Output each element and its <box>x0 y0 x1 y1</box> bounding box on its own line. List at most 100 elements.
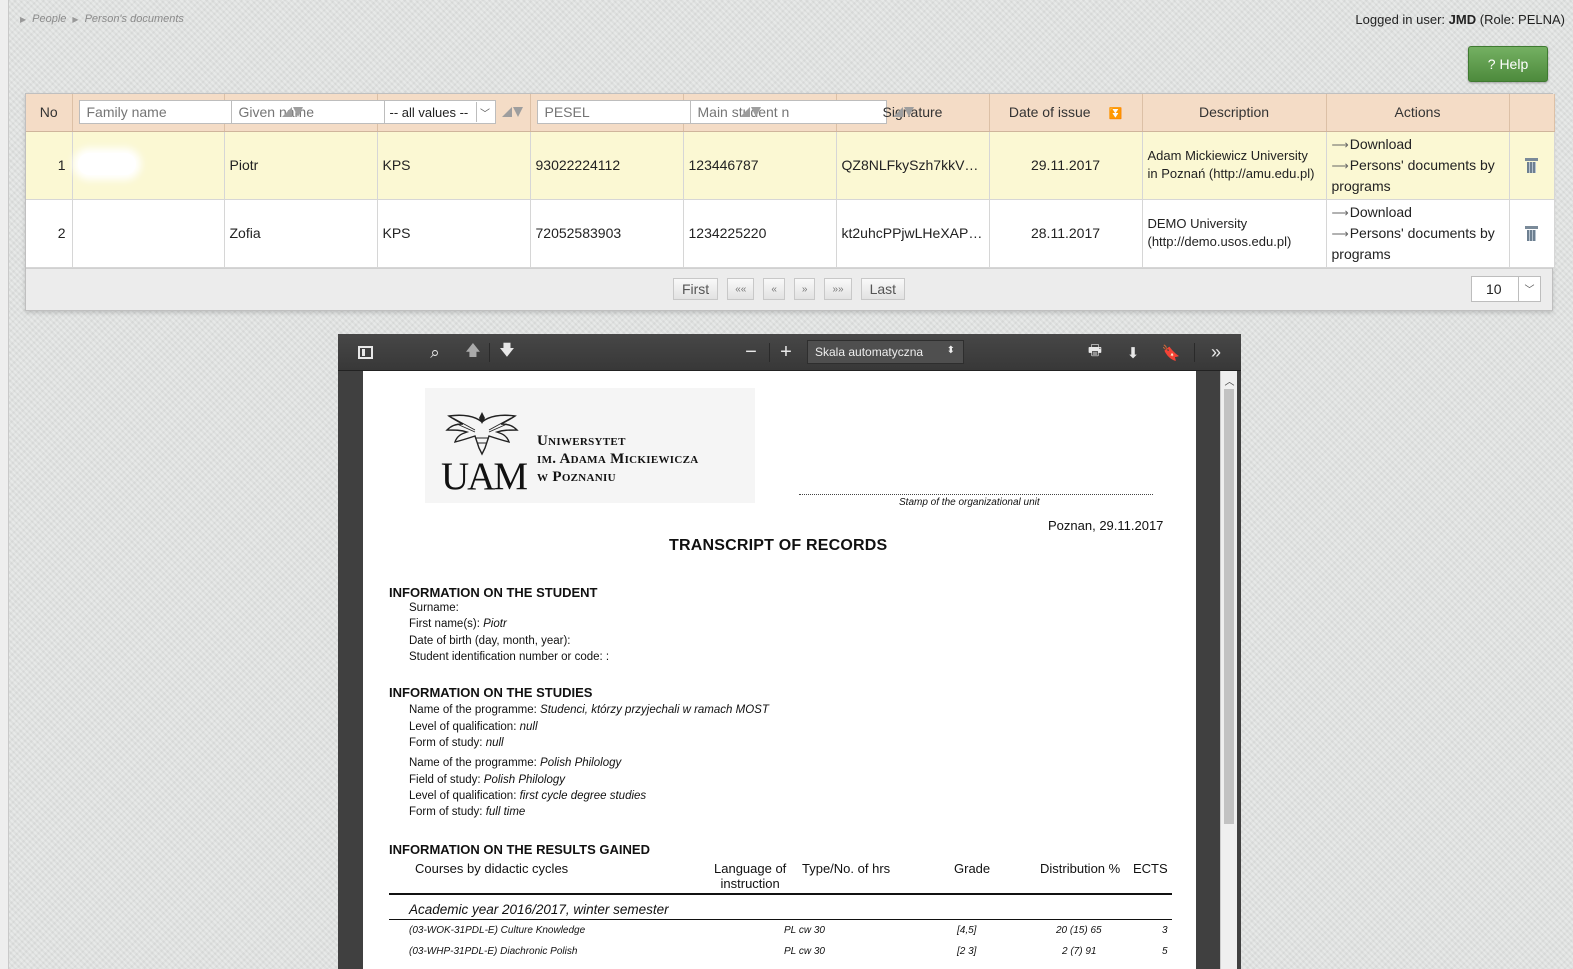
prev-fast-button[interactable]: «« <box>727 278 755 300</box>
form-line: Form of study: full time <box>409 806 525 818</box>
university-logo: UAM Uniwersytet im. Adama Mickiewicza w … <box>425 388 755 503</box>
programs-label: Persons' documents by programs <box>1331 225 1495 262</box>
cell-pesel: 72052583903 <box>530 199 684 268</box>
bookmark-icon[interactable]: 🔖 <box>1160 334 1182 371</box>
previous-page-icon[interactable]: 🡅 <box>462 334 484 371</box>
col-grade: Grade <box>954 861 991 876</box>
academic-year-row: Academic year 2016/2017, winter semester <box>409 902 669 917</box>
form-line: Form of study: null <box>409 737 504 749</box>
level-line: Level of qualification: first cycle degr… <box>409 790 646 802</box>
cell-given-name: Zofia <box>224 199 378 268</box>
zoom-out-icon[interactable]: − <box>741 334 761 371</box>
first-names-value: Piotr <box>483 618 507 630</box>
programme-line: Name of the programme: Polish Philology <box>409 757 621 769</box>
level-label: Level of qualification: <box>409 790 517 802</box>
next-fast-button[interactable]: »» <box>824 278 852 300</box>
page-size-select[interactable]: 10 ﹀ <box>1471 275 1541 302</box>
first-page-button[interactable]: First <box>672 278 719 300</box>
sort-desc-icon[interactable]: ⏬ <box>1108 108 1122 120</box>
header-description: Description <box>1142 94 1327 132</box>
programs-link[interactable]: ⟶ Persons' documents by programs <box>1332 223 1504 264</box>
cell-programme: KPS <box>377 199 531 268</box>
sidebar-toggle-icon[interactable] <box>355 334 375 371</box>
left-rail <box>0 0 9 969</box>
university-name-line: im. Adama Mickiewicza <box>537 451 699 467</box>
form-value: null <box>485 737 504 749</box>
programs-label: Persons' documents by programs <box>1331 157 1495 194</box>
cell-actions: ⟶ Download ⟶ Persons' documents by program… <box>1326 199 1510 268</box>
last-page-button[interactable]: Last <box>860 278 906 300</box>
pdf-viewer: ⌕ 🡅 🡇 1 z 2 − + Skala automatyczna ⬍ 🖶 ⬇… <box>338 334 1241 969</box>
zoom-in-icon[interactable]: + <box>776 334 796 371</box>
university-name: Uniwersytet im. Adama Mickiewicza w Pozn… <box>537 432 699 486</box>
logged-in-role: (Role: PELNA) <box>1479 12 1565 27</box>
table-row[interactable]: 1 Piotr KPS 93022224112 123446787 QZ8NLF… <box>26 131 1555 200</box>
first-names-line: First name(s): Piotr <box>409 618 507 630</box>
next-page-button[interactable]: » <box>793 278 816 300</box>
programme-value: Polish Philology <box>540 757 622 769</box>
breadcrumb-people[interactable]: People <box>32 13 66 25</box>
header-extra <box>1509 94 1555 132</box>
page-size-value: 10 <box>1486 280 1502 297</box>
header-family-name <box>72 94 303 132</box>
header-date-of-issue[interactable]: Date of issue ⏬ <box>989 94 1143 132</box>
print-icon[interactable]: 🖶 <box>1084 334 1106 371</box>
course-name: (03-WHP-31PDL-E) Diachronic Polish <box>409 946 578 957</box>
course-ects: 5 <box>1162 946 1168 957</box>
chevron-updown-icon: ⬍ <box>946 345 955 356</box>
programs-link[interactable]: ⟶ Persons' documents by programs <box>1332 155 1504 196</box>
course-distribution: 20 (15) 65 <box>1056 925 1102 936</box>
course-name: (03-WOK-31PDL-E) Culture Knowledge <box>409 925 586 936</box>
cell-date: 29.11.2017 <box>989 131 1143 200</box>
download-label: Download <box>1349 136 1412 152</box>
arrow-right-icon: ⟶ <box>1331 159 1349 173</box>
download-icon[interactable]: ⬇ <box>1122 334 1144 371</box>
student-no-filter-input[interactable] <box>689 100 887 125</box>
breadcrumb-persons-documents[interactable]: Person's documents <box>85 13 184 25</box>
document-title: TRANSCRIPT OF RECORDS <box>669 537 888 554</box>
course-distribution: 2 (7) 91 <box>1062 946 1097 957</box>
prev-page-button[interactable]: « <box>763 278 785 300</box>
table-row[interactable]: 2 Zofia KPS 72052583903 1234225220 kt2uh… <box>26 199 1555 268</box>
help-button[interactable]: ? Help <box>1468 46 1548 82</box>
level-label: Level of qualification: <box>409 721 517 733</box>
download-label: Download <box>1349 204 1412 220</box>
documents-grid: No -- all values -- <box>25 93 1555 311</box>
student-section-heading: INFORMATION ON THE STUDENT <box>389 585 598 600</box>
pdf-toolbar: ⌕ 🡅 🡇 1 z 2 − + Skala automatyczna ⬍ 🖶 ⬇… <box>338 334 1241 371</box>
cell-family-name <box>72 131 225 200</box>
download-link[interactable]: ⟶ Download <box>1332 202 1504 223</box>
search-icon[interactable]: ⌕ <box>424 334 446 371</box>
arrow-right-icon: ⟶ <box>1331 227 1349 241</box>
cell-date: 28.11.2017 <box>989 199 1143 268</box>
next-page-icon[interactable]: 🡇 <box>496 334 518 371</box>
header-no[interactable]: No <box>26 94 73 132</box>
pdf-scrollbar[interactable]: ︿ <box>1220 371 1237 969</box>
trash-icon[interactable] <box>1525 225 1538 241</box>
logged-in-user: Logged in user: JMD (Role: PELNA) <box>1355 12 1565 27</box>
student-id-line: Student identification number or code: : <box>409 651 610 663</box>
first-names-label: First name(s): <box>409 618 480 630</box>
university-name-line: w Poznaniu <box>537 469 616 485</box>
field-label: Field of study: <box>409 774 481 786</box>
stamp-caption: Stamp of the organizational unit <box>899 497 1040 508</box>
col-language-line: Language of <box>714 861 787 876</box>
download-link[interactable]: ⟶ Download <box>1332 134 1504 155</box>
course-lang-type: PL cw 30 <box>784 946 825 957</box>
sort-icon[interactable] <box>501 106 524 118</box>
zoom-select[interactable]: Skala automatyczna ⬍ <box>807 340 964 364</box>
programme-label: Name of the programme: <box>409 704 537 716</box>
programme-filter-select[interactable]: -- all values -- ﹀ <box>383 100 496 125</box>
scroll-up-icon[interactable]: ︿ <box>1221 373 1238 388</box>
chevron-down-icon[interactable]: ﹀ <box>475 102 494 123</box>
documents-table: No -- all values -- <box>26 94 1555 268</box>
trash-icon[interactable] <box>1525 157 1538 173</box>
cell-delete <box>1509 199 1555 268</box>
tools-chevron-icon[interactable]: » <box>1204 334 1228 371</box>
form-value: full time <box>485 806 526 818</box>
scrollbar-thumb[interactable] <box>1224 389 1234 824</box>
chevron-down-icon[interactable]: ﹀ <box>1518 276 1540 301</box>
redacted-name <box>77 152 136 175</box>
col-distribution: Distribution % <box>1040 861 1121 876</box>
programme-value: Studenci, którzy przyjechali w ramach MO… <box>540 704 769 716</box>
